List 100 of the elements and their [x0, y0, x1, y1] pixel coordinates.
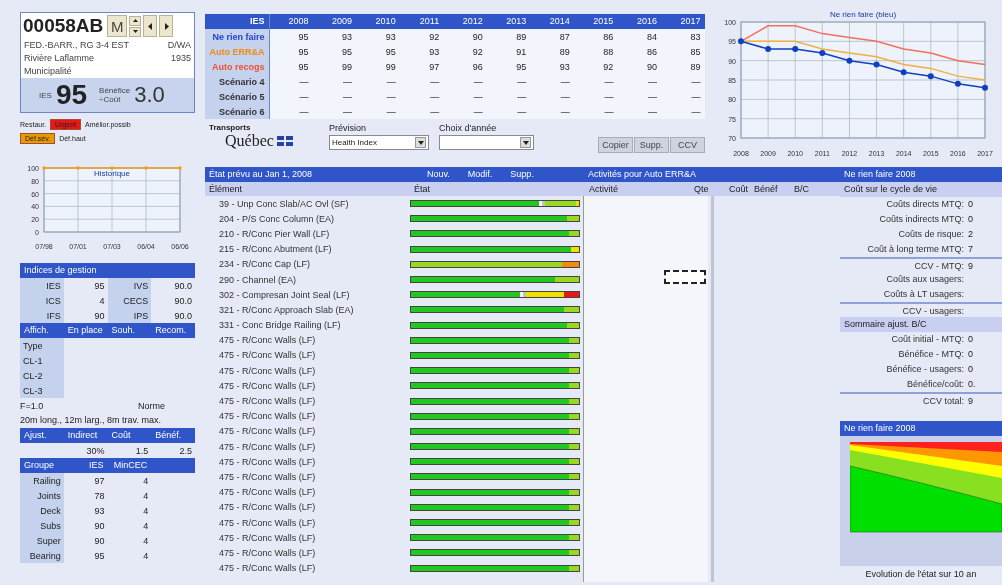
element-name[interactable]: 475 - R/Conc Walls (LF) — [205, 547, 410, 558]
table-cell: 90.0 — [151, 293, 195, 308]
element-name[interactable]: 475 - R/Conc Walls (LF) — [205, 426, 410, 437]
element-name[interactable]: 475 - R/Conc Walls (LF) — [205, 456, 410, 467]
row-label: IPS — [107, 308, 152, 323]
row-label: Bearing — [20, 548, 64, 563]
selected-cell[interactable] — [664, 270, 707, 284]
cost-label: CCV total: — [922, 395, 964, 408]
table-cell: 93 — [399, 44, 444, 59]
point — [900, 69, 907, 76]
column-header: 2009 — [312, 14, 357, 29]
section-header: Coût sur le cycle de vie — [840, 182, 1002, 197]
cost-label: Coûts indirects MTQ: — [878, 213, 964, 226]
table-cell: 89 — [660, 59, 705, 74]
table-cell: 4 — [63, 293, 108, 308]
column-header: Coût — [107, 428, 152, 443]
chart-title: Ne rien faire (bleu) — [829, 10, 897, 19]
element-name[interactable]: 475 - R/Conc Walls (LF) — [205, 532, 410, 543]
element-name[interactable]: 475 - R/Conc Walls (LF) — [205, 471, 410, 482]
element-name[interactable]: 475 - R/Conc Walls (LF) — [205, 487, 410, 498]
point — [792, 46, 799, 53]
scenario-name[interactable]: Scénario 5 — [205, 89, 269, 104]
spin-up-button[interactable] — [129, 15, 142, 26]
element-name[interactable]: 475 - R/Conc Walls (LF) — [205, 365, 410, 376]
table-cell-text: 4 — [142, 489, 150, 503]
toolbar-button[interactable]: Supp. — [634, 137, 669, 153]
element-name[interactable]: 234 - R/Conc Cap (LF) — [205, 259, 410, 270]
element-name[interactable]: 215 - R/Conc Abutment (LF) — [205, 244, 410, 255]
table-cell: — — [443, 74, 487, 89]
point — [765, 46, 772, 53]
header-link[interactable]: Nouv. — [427, 167, 450, 182]
row-label: CL-2 — [20, 368, 64, 383]
cost-label: Coûts de risque: — [897, 228, 964, 241]
year-select[interactable] — [439, 135, 534, 150]
table-cell: 97 — [63, 473, 108, 488]
table-header: Indices de gestion — [20, 263, 195, 278]
scenario-name[interactable]: Ne rien faire — [205, 29, 269, 44]
element-name[interactable]: 210 - R/Conc Pier Wall (LF) — [205, 228, 410, 239]
table-cell: 99 — [356, 59, 400, 74]
table-cell: 30% — [63, 443, 108, 458]
cost-label: Coût initial - MTQ: — [890, 333, 964, 346]
caret-down-icon — [131, 28, 139, 35]
scenario-name[interactable]: Scénario 4 — [205, 74, 269, 89]
element-name[interactable]: 475 - R/Conc Walls (LF) — [205, 517, 410, 528]
element-name[interactable]: 302 - Compresan Joint Seal (LF) — [205, 289, 410, 300]
element-name[interactable]: 290 - Channel (EA) — [205, 274, 410, 285]
table-cell-text: 4 — [142, 534, 150, 548]
column-header: Qte — [693, 183, 710, 196]
table-cell: — — [486, 74, 531, 89]
table-cell: 85 — [660, 44, 705, 59]
row-label: ICS — [20, 293, 64, 308]
standard-text: Norme — [138, 400, 165, 411]
table-cell: 90 — [63, 533, 108, 548]
table-cell: 90 — [443, 29, 487, 44]
element-name[interactable]: 475 - R/Conc Walls (LF) — [205, 396, 410, 407]
table-cell: 93 — [356, 29, 400, 44]
element-name[interactable]: 475 - R/Conc Walls (LF) — [205, 563, 410, 574]
row-label: IFS — [20, 308, 64, 323]
element-name[interactable]: 475 - R/Conc Walls (LF) — [205, 411, 410, 422]
element-name[interactable]: 321 - R/Conc Approach Slab (EA) — [205, 304, 410, 315]
toolbar-button[interactable]: Copier — [598, 137, 633, 153]
logo-caption: Transports — [209, 123, 252, 132]
element-name[interactable]: 39 - Unp Conc Slab/AC Ovl (SF) — [205, 198, 410, 209]
scenario-name[interactable]: Scénario 6 — [205, 104, 269, 119]
column-header: Groupe — [20, 458, 64, 473]
element-name[interactable]: 204 - P/S Conc Column (EA) — [205, 213, 410, 224]
point — [819, 49, 826, 56]
forecast-select[interactable]: Health Index — [329, 135, 429, 150]
previous-button[interactable] — [143, 15, 158, 37]
table-cell: 84 — [617, 29, 661, 44]
point — [927, 73, 934, 80]
column-header: 2010 — [356, 14, 400, 29]
column-header: Élément — [208, 183, 244, 196]
panel-title: Ne rien faire 2008 — [840, 167, 1002, 182]
row-label: Joints — [20, 488, 64, 503]
header-link[interactable]: Supp. — [510, 167, 534, 182]
dropdown-icon — [415, 137, 426, 148]
factor-text: F=1.0 — [20, 400, 44, 411]
table-cell: — — [269, 89, 313, 104]
element-name[interactable]: 331 - Conc Bridge Railing (LF) — [205, 320, 410, 331]
column-header: Indirect — [63, 428, 108, 443]
column-header: Recom. — [151, 323, 195, 338]
column-header: 2016 — [617, 14, 661, 29]
table-cell: 93 — [312, 29, 357, 44]
element-name[interactable]: 475 - R/Conc Walls (LF) — [205, 350, 410, 361]
table-cell: — — [443, 104, 487, 119]
toolbar-button[interactable]: CCV — [670, 137, 705, 153]
spin-down-button[interactable] — [129, 26, 142, 37]
element-name[interactable]: 475 - R/Conc Walls (LF) — [205, 441, 410, 452]
next-button[interactable] — [159, 15, 174, 37]
element-name[interactable]: 475 - R/Conc Walls (LF) — [205, 380, 410, 391]
mode-button[interactable]: M — [107, 15, 128, 37]
element-name[interactable]: 475 - R/Conc Walls (LF) — [205, 335, 410, 346]
ratio-label: Bénéfice — [99, 86, 131, 95]
point — [873, 61, 880, 68]
header-link[interactable]: Modif. — [467, 167, 493, 182]
ratio-label: ÷Coût — [99, 95, 122, 104]
row-label: CL-1 — [20, 353, 64, 368]
element-name[interactable]: 475 - R/Conc Walls (LF) — [205, 502, 410, 513]
column-header: MinCEC — [107, 458, 152, 473]
